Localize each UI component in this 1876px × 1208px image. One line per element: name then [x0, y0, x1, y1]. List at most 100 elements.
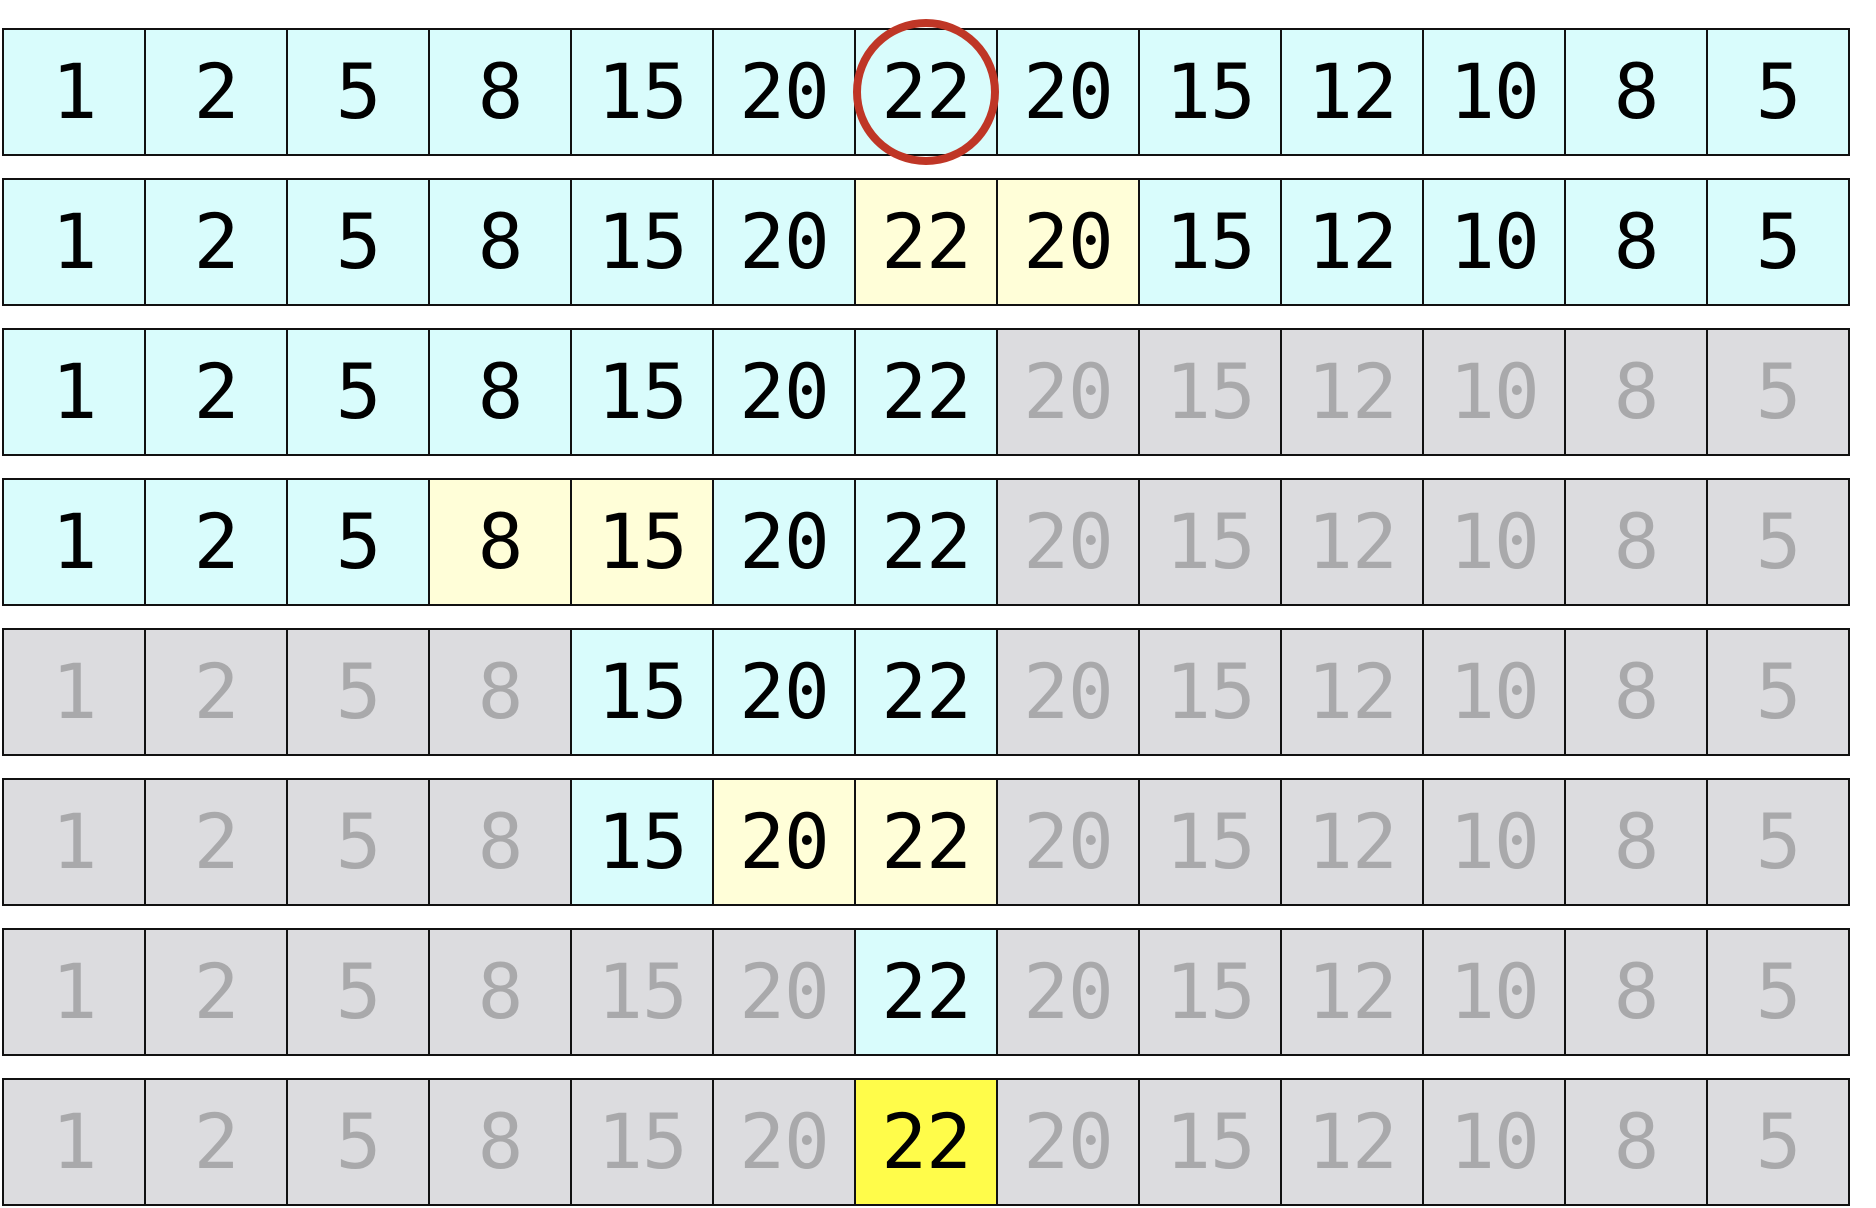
- array-cell: 8: [428, 928, 572, 1056]
- array-cell: 22: [854, 478, 998, 606]
- array-cell: 10: [1422, 778, 1566, 906]
- array-cell: 5: [286, 478, 430, 606]
- array-cell: 22: [854, 628, 998, 756]
- array-cell: 20: [996, 328, 1140, 456]
- array-cell: 15: [1138, 1078, 1282, 1206]
- array-cell: 15: [570, 28, 714, 156]
- array-cell: 8: [428, 628, 572, 756]
- array-cell: 5: [1706, 928, 1850, 1056]
- array-cell: 15: [1138, 628, 1282, 756]
- array-cell: 22: [854, 28, 998, 156]
- array-cell: 5: [1706, 778, 1850, 906]
- step-row-7: 1 2 5 8 15 20 22 20 15 12 10 8 5: [2, 928, 1850, 1056]
- array-cell: 8: [428, 328, 572, 456]
- array-cell: 5: [1706, 478, 1850, 606]
- array-cell: 8: [1564, 928, 1708, 1056]
- array-cell: 5: [286, 328, 430, 456]
- array-cell: 1: [2, 1078, 146, 1206]
- array-cell: 12: [1280, 478, 1424, 606]
- step-row-6: 1 2 5 8 15 20 22 20 15 12 10 8 5: [2, 778, 1850, 906]
- array-cell: 15: [570, 928, 714, 1056]
- array-cell: 22: [854, 178, 998, 306]
- array-cell: 15: [1138, 478, 1282, 606]
- array-cell: 22: [854, 928, 998, 1056]
- array-cell: 15: [570, 328, 714, 456]
- array-cell: 10: [1422, 1078, 1566, 1206]
- array-cell: 12: [1280, 28, 1424, 156]
- array-cell: 2: [144, 328, 288, 456]
- array-cell: 8: [1564, 478, 1708, 606]
- array-cell: 20: [712, 478, 856, 606]
- peak-search-diagram: 1 2 5 8 15 20 22 20 15 12 10 8 5 1 2 5 8 15 20 22 20 15 12 10 8 5…: [0, 0, 1876, 1208]
- array-cell: 20: [712, 628, 856, 756]
- step-row-3: 1 2 5 8 15 20 22 20 15 12 10 8 5: [2, 328, 1850, 456]
- array-cell: 5: [1706, 628, 1850, 756]
- array-cell: 8: [1564, 628, 1708, 756]
- array-cell: 20: [996, 1078, 1140, 1206]
- array-cell: 8: [428, 478, 572, 606]
- array-cell: 2: [144, 478, 288, 606]
- array-cell: 5: [1706, 28, 1850, 156]
- array-cell: 8: [428, 178, 572, 306]
- array-cell: 5: [286, 28, 430, 156]
- array-cell: 20: [712, 328, 856, 456]
- array-cell: 1: [2, 28, 146, 156]
- array-cell: 5: [286, 628, 430, 756]
- array-cell: 20: [996, 628, 1140, 756]
- array-cell: 8: [428, 778, 572, 906]
- step-row-8: 1 2 5 8 15 20 22 20 15 12 10 8 5: [2, 1078, 1850, 1206]
- array-cell: 5: [1706, 328, 1850, 456]
- array-cell: 15: [1138, 178, 1282, 306]
- array-cell: 15: [1138, 928, 1282, 1056]
- array-cell: 1: [2, 628, 146, 756]
- step-row-1: 1 2 5 8 15 20 22 20 15 12 10 8 5: [2, 28, 1850, 156]
- array-cell: 5: [1706, 178, 1850, 306]
- step-row-5: 1 2 5 8 15 20 22 20 15 12 10 8 5: [2, 628, 1850, 756]
- array-cell: 12: [1280, 928, 1424, 1056]
- array-cell: 2: [144, 778, 288, 906]
- array-cell: 20: [712, 1078, 856, 1206]
- array-cell: 10: [1422, 178, 1566, 306]
- array-cell: 8: [428, 28, 572, 156]
- step-row-4: 1 2 5 8 15 20 22 20 15 12 10 8 5: [2, 478, 1850, 606]
- array-cell: 8: [1564, 178, 1708, 306]
- array-cell: 5: [286, 178, 430, 306]
- array-cell: 20: [996, 928, 1140, 1056]
- array-cell: 20: [996, 778, 1140, 906]
- array-cell: 12: [1280, 178, 1424, 306]
- array-cell: 10: [1422, 928, 1566, 1056]
- array-cell: 10: [1422, 328, 1566, 456]
- array-cell: 10: [1422, 478, 1566, 606]
- array-cell: 15: [1138, 778, 1282, 906]
- array-cell: 1: [2, 478, 146, 606]
- array-cell: 2: [144, 928, 288, 1056]
- array-cell: 5: [286, 778, 430, 906]
- array-cell: 20: [996, 178, 1140, 306]
- array-cell: 22: [854, 1078, 998, 1206]
- array-cell: 15: [570, 778, 714, 906]
- array-cell: 12: [1280, 328, 1424, 456]
- array-cell: 1: [2, 778, 146, 906]
- array-cell: 12: [1280, 628, 1424, 756]
- array-cell: 5: [1706, 1078, 1850, 1206]
- array-cell: 22: [854, 328, 998, 456]
- array-cell: 1: [2, 178, 146, 306]
- array-cell: 20: [712, 178, 856, 306]
- step-row-2: 1 2 5 8 15 20 22 20 15 12 10 8 5: [2, 178, 1850, 306]
- array-cell: 5: [286, 1078, 430, 1206]
- array-cell: 15: [570, 178, 714, 306]
- array-cell: 20: [712, 928, 856, 1056]
- array-cell: 8: [1564, 778, 1708, 906]
- array-cell: 20: [996, 478, 1140, 606]
- array-cell: 2: [144, 178, 288, 306]
- array-cell: 2: [144, 628, 288, 756]
- array-cell: 8: [1564, 28, 1708, 156]
- array-cell: 2: [144, 28, 288, 156]
- array-cell: 2: [144, 1078, 288, 1206]
- array-cell: 10: [1422, 628, 1566, 756]
- array-cell: 15: [570, 478, 714, 606]
- array-cell: 12: [1280, 778, 1424, 906]
- array-cell: 8: [1564, 1078, 1708, 1206]
- array-cell: 1: [2, 928, 146, 1056]
- array-cell: 8: [1564, 328, 1708, 456]
